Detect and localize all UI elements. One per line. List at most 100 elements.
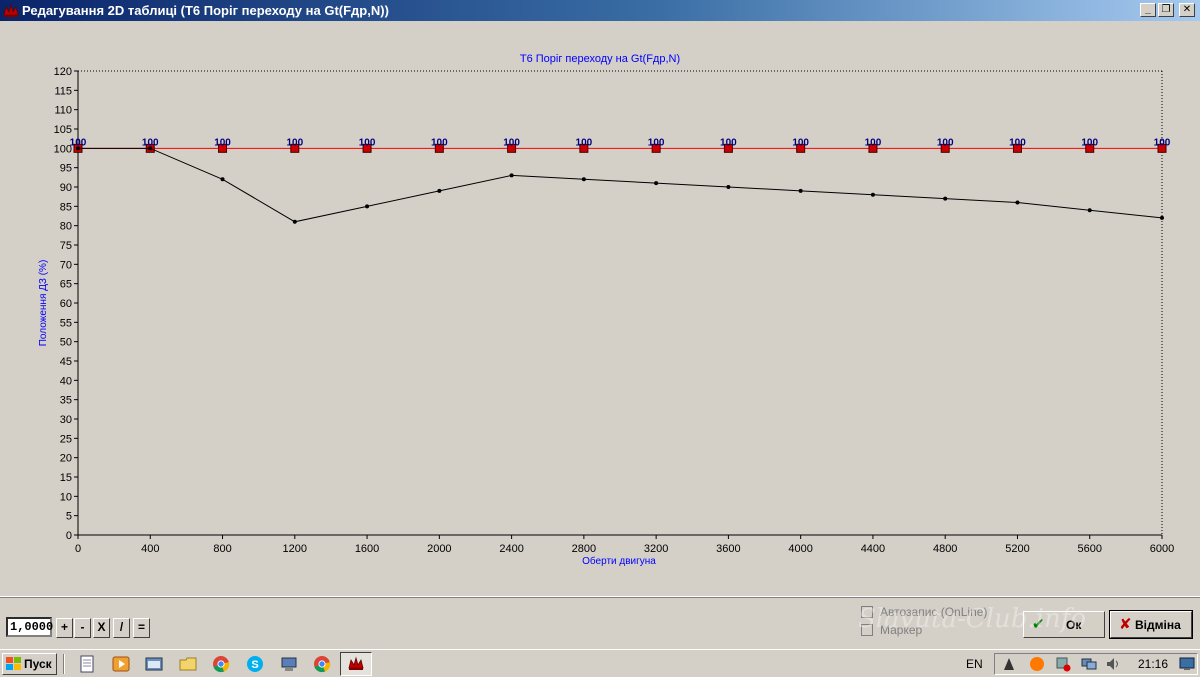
- y-tick-label: 105: [54, 124, 72, 136]
- cancel-label: Відміна: [1135, 618, 1181, 632]
- tray-network-icon[interactable]: [1081, 656, 1097, 672]
- y-tick-label: 45: [60, 356, 72, 368]
- chrome-icon[interactable]: [212, 655, 230, 673]
- y-tick-label: 40: [60, 375, 72, 387]
- window-title: Редагування 2D таблиці (Т6 Поріг переход…: [22, 3, 389, 18]
- y-tick-label: 15: [60, 472, 72, 484]
- data-point: [365, 204, 370, 209]
- multiply-button[interactable]: X: [93, 618, 110, 638]
- add-button[interactable]: +: [56, 618, 73, 638]
- divide-button[interactable]: /: [113, 618, 130, 638]
- ok-button[interactable]: ✔ Ок: [1023, 611, 1105, 638]
- data-value-label: 100: [431, 137, 448, 148]
- x-tick-label: 3600: [716, 543, 740, 555]
- tray-desktop-icon[interactable]: [1179, 656, 1195, 672]
- y-tick-label: 70: [60, 259, 72, 271]
- y-tick-label: 55: [60, 317, 72, 329]
- data-point: [292, 219, 297, 224]
- tray-avast-icon[interactable]: [1029, 656, 1045, 672]
- factor-input[interactable]: 1,0000: [6, 617, 53, 637]
- skype-icon[interactable]: S: [246, 655, 264, 673]
- tray-volume-icon[interactable]: [1105, 656, 1121, 672]
- data-point: [1160, 215, 1164, 220]
- y-tick-label: 95: [60, 163, 72, 175]
- y-tick-label: 110: [54, 105, 72, 117]
- data-value-label: 100: [792, 137, 809, 148]
- x-tick-label: 3200: [644, 543, 668, 555]
- data-value-label: 100: [576, 137, 593, 148]
- notepad-icon[interactable]: [78, 655, 96, 673]
- data-value-label: 100: [648, 137, 665, 148]
- tray-network-warning-icon[interactable]: [1055, 656, 1071, 672]
- taskbar-active-app[interactable]: [340, 652, 372, 676]
- x-tick-label: 400: [141, 543, 159, 555]
- data-point: [1015, 200, 1020, 205]
- data-point: [220, 177, 225, 182]
- data-value-label: 100: [865, 137, 882, 148]
- crown-app-icon: [348, 656, 364, 670]
- taskbar-separator: [63, 654, 65, 674]
- subtract-button[interactable]: -: [74, 618, 91, 638]
- language-indicator[interactable]: EN: [966, 657, 983, 671]
- control-panel: 1,0000 + - X / = Автозапис (OnLine) Марк…: [0, 596, 1200, 649]
- window-app-icon[interactable]: [145, 655, 163, 673]
- taskbar: Пуск S EN 21:16: [0, 649, 1200, 677]
- y-tick-label: 90: [60, 182, 72, 194]
- y-tick-label: 65: [60, 279, 72, 291]
- explorer-folder-icon[interactable]: [179, 655, 197, 673]
- marker-checkbox-box[interactable]: [861, 624, 873, 636]
- tray-app-icon[interactable]: [1001, 656, 1017, 672]
- media-player-icon[interactable]: [112, 655, 130, 673]
- cancel-button[interactable]: ✘ Відміна: [1109, 610, 1193, 639]
- start-button[interactable]: Пуск: [2, 653, 57, 675]
- title-bar[interactable]: Редагування 2D таблиці (Т6 Поріг переход…: [0, 0, 1200, 21]
- x-tick-label: 4400: [861, 543, 885, 555]
- chart-area: Т6 Поріг переходу на Gt(Fдр,N) Оберти дв…: [0, 21, 1200, 595]
- x-axis-label: Оберти двигуна: [582, 555, 656, 567]
- y-tick-label: 75: [60, 240, 72, 252]
- data-point: [654, 181, 659, 186]
- y-tick-label: 35: [60, 395, 72, 407]
- x-tick-label: 2400: [499, 543, 523, 555]
- start-label: Пуск: [24, 657, 52, 671]
- y-tick-label: 25: [60, 433, 72, 445]
- autosave-checkbox-box[interactable]: [861, 606, 873, 618]
- y-axis-label: Положення ДЗ (%): [38, 260, 49, 347]
- data-point: [581, 177, 586, 182]
- y-tick-label: 10: [60, 491, 72, 503]
- chart-title: Т6 Поріг переходу на Gt(Fдр,N): [520, 53, 680, 65]
- minimize-button[interactable]: _: [1140, 3, 1156, 17]
- data-point: [76, 146, 80, 151]
- close-button[interactable]: ✕: [1179, 3, 1195, 17]
- y-tick-label: 30: [60, 414, 72, 426]
- data-point: [943, 196, 948, 201]
- data-point: [870, 192, 875, 197]
- data-value-label: 100: [1154, 137, 1171, 148]
- app-crown-icon: [3, 3, 19, 17]
- data-point: [726, 185, 731, 189]
- x-tick-label: 800: [213, 543, 231, 555]
- ok-label: Ок: [1066, 618, 1082, 632]
- data-value-label: 100: [937, 137, 954, 148]
- data-point: [798, 188, 803, 193]
- clock: 21:16: [1138, 657, 1169, 671]
- y-tick-label: 115: [54, 85, 72, 97]
- x-tick-label: 4000: [788, 543, 812, 555]
- line-chart[interactable]: Т6 Поріг переходу на Gt(Fдр,N) Оберти дв…: [0, 21, 1200, 595]
- chrome-icon-2[interactable]: [313, 655, 331, 673]
- y-tick-label: 5: [66, 511, 72, 523]
- x-tick-label: 6000: [1150, 543, 1174, 555]
- x-tick-label: 2000: [427, 543, 451, 555]
- x-tick-label: 4800: [933, 543, 957, 555]
- y-tick-label: 50: [60, 337, 72, 349]
- equals-button[interactable]: =: [133, 618, 150, 638]
- data-value-label: 100: [1081, 137, 1098, 148]
- network-app-icon[interactable]: [280, 655, 298, 673]
- data-point: [1087, 208, 1092, 213]
- checkmark-icon: ✔: [1032, 616, 1045, 633]
- maximize-button[interactable]: ❐: [1158, 3, 1174, 17]
- cross-icon: ✘: [1119, 616, 1132, 633]
- data-value-label: 100: [503, 137, 520, 148]
- data-value-label: 100: [1009, 137, 1026, 148]
- data-value-label: 100: [720, 137, 737, 148]
